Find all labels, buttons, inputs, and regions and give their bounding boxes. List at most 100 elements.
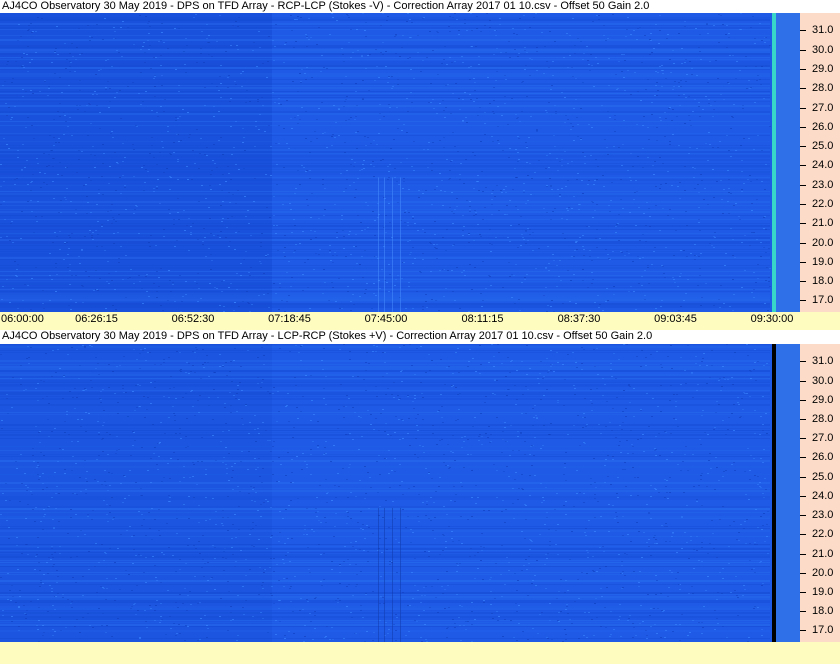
noise-speck bbox=[389, 107, 391, 108]
noise-speck bbox=[196, 349, 198, 350]
noise-speck bbox=[624, 90, 626, 91]
noise-speck bbox=[232, 524, 234, 525]
noise-speck bbox=[515, 114, 517, 115]
noise-speck bbox=[687, 345, 689, 346]
noise-speck bbox=[763, 513, 765, 514]
noise-speck bbox=[600, 626, 602, 627]
noise-speck bbox=[588, 226, 590, 227]
noise-speck bbox=[147, 470, 149, 471]
noise-speck bbox=[706, 23, 708, 24]
noise-speck bbox=[469, 94, 471, 95]
noise-speck bbox=[368, 508, 370, 509]
noise-speck bbox=[396, 181, 398, 182]
noise-speck bbox=[364, 498, 366, 499]
noise-speck bbox=[526, 52, 528, 53]
noise-speck bbox=[166, 168, 168, 169]
noise-speck bbox=[391, 88, 393, 89]
noise-speck bbox=[455, 494, 457, 495]
noise-speck bbox=[520, 216, 522, 217]
noise-speck bbox=[643, 532, 645, 533]
noise-speck bbox=[457, 151, 459, 152]
noise-speck bbox=[164, 99, 166, 100]
noise-speck bbox=[42, 625, 44, 626]
noise-speck bbox=[550, 350, 552, 351]
noise-speck bbox=[132, 391, 134, 392]
noise-speck bbox=[96, 105, 98, 106]
noise-speck bbox=[747, 179, 749, 180]
noise-speck bbox=[527, 175, 529, 176]
noise-speck bbox=[365, 36, 367, 37]
noise-speck bbox=[407, 605, 409, 606]
noise-speck bbox=[464, 23, 466, 24]
noise-speck bbox=[558, 591, 560, 592]
noise-speck bbox=[418, 190, 420, 191]
noise-speck bbox=[543, 500, 545, 501]
noise-speck bbox=[190, 234, 192, 235]
frequency-axis: 31.0 30.0 29.0 28.0 27.0 26.0 25.0 24.0 23.0 22.0… bbox=[800, 344, 840, 642]
noise-speck bbox=[395, 640, 397, 641]
noise-speck bbox=[42, 398, 44, 399]
noise-speck bbox=[717, 592, 719, 593]
noise-speck bbox=[629, 212, 631, 213]
noise-speck bbox=[728, 417, 730, 418]
noise-speck bbox=[381, 269, 383, 270]
noise-speck bbox=[599, 547, 601, 548]
noise-speck bbox=[622, 208, 624, 209]
noise-speck bbox=[507, 237, 509, 238]
noise-speck bbox=[685, 293, 687, 294]
noise-speck bbox=[513, 275, 515, 276]
noise-speck bbox=[649, 216, 651, 217]
noise-speck bbox=[629, 177, 631, 178]
noise-speck bbox=[641, 350, 643, 351]
noise-speck bbox=[514, 49, 516, 50]
noise-speck bbox=[145, 276, 147, 277]
noise-speck bbox=[743, 183, 745, 184]
noise-speck bbox=[485, 396, 487, 397]
noise-speck bbox=[761, 181, 763, 182]
noise-speck bbox=[719, 141, 721, 142]
noise-speck bbox=[498, 143, 500, 144]
noise-speck bbox=[37, 163, 39, 164]
noise-speck bbox=[175, 69, 177, 70]
noise-speck bbox=[488, 426, 490, 427]
noise-speck bbox=[419, 271, 421, 272]
noise-speck bbox=[431, 163, 433, 164]
noise-speck bbox=[42, 473, 44, 474]
noise-speck bbox=[738, 216, 740, 217]
noise-speck bbox=[153, 78, 155, 79]
noise-speck bbox=[420, 602, 422, 603]
noise-speck bbox=[235, 21, 237, 22]
noise-speck bbox=[227, 166, 229, 167]
noise-speck bbox=[494, 380, 496, 381]
noise-speck bbox=[735, 576, 737, 577]
noise-speck bbox=[606, 401, 608, 402]
noise-speck bbox=[559, 194, 561, 195]
noise-speck bbox=[467, 454, 469, 455]
noise-speck bbox=[11, 616, 13, 617]
noise-speck bbox=[67, 126, 69, 127]
noise-speck bbox=[715, 412, 717, 413]
noise-speck bbox=[65, 199, 67, 200]
noise-speck bbox=[145, 16, 147, 17]
noise-speck bbox=[401, 381, 403, 382]
noise-speck bbox=[44, 514, 46, 515]
noise-speck bbox=[374, 80, 376, 81]
noise-speck bbox=[227, 87, 229, 88]
noise-speck bbox=[439, 270, 441, 271]
noise-speck bbox=[66, 411, 68, 412]
noise-speck bbox=[22, 300, 24, 301]
noise-speck bbox=[27, 184, 29, 185]
noise-speck bbox=[355, 541, 357, 542]
noise-speck bbox=[529, 27, 531, 28]
noise-speck bbox=[77, 419, 79, 420]
noise-speck bbox=[755, 66, 757, 67]
noise-speck bbox=[198, 168, 200, 169]
noise-speck bbox=[156, 186, 158, 187]
noise-speck bbox=[714, 489, 716, 490]
y-tick-mark bbox=[800, 49, 806, 51]
noise-speck bbox=[14, 106, 16, 107]
noise-speck bbox=[31, 32, 33, 33]
noise-speck bbox=[447, 585, 449, 586]
noise-speck bbox=[510, 425, 512, 426]
noise-speck bbox=[348, 234, 350, 235]
